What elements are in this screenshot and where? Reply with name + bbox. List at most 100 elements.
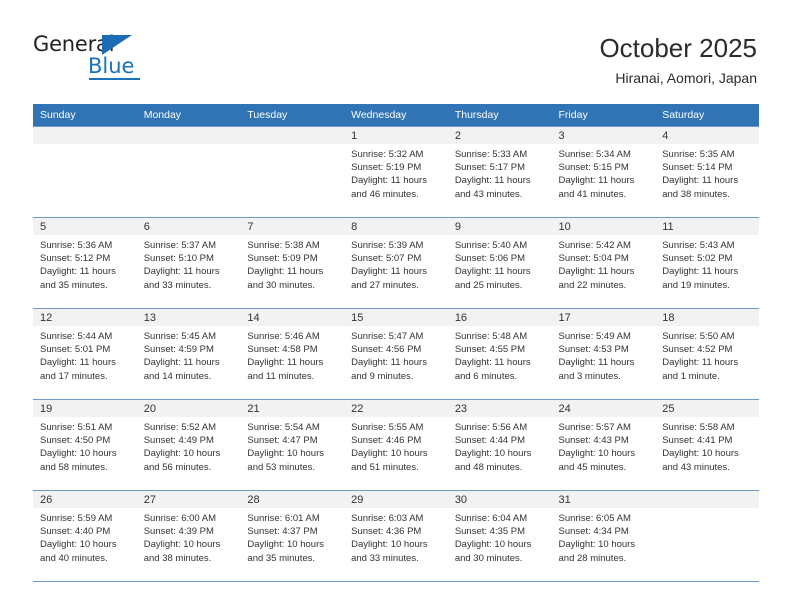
day-cell-inner: 24 Sunrise: 5:57 AM Sunset: 4:43 PM Dayligh… [551,400,656,490]
calendar-day-cell[interactable]: 31 Sunrise: 6:05 AM Sunset: 4:34 PM Dayligh… [551,490,656,582]
day-sunrise-text: Sunrise: 5:57 AM [558,422,631,433]
day-cell-details: Sunrise: 5:54 AM Sunset: 4:47 PM Daylight:… [240,417,344,474]
calendar-day-cell[interactable]: 16 Sunrise: 5:48 AM Sunset: 4:55 PM Dayligh… [447,308,552,400]
day-cell-inner: 30 Sunrise: 6:04 AM Sunset: 4:35 PM Dayligh… [447,491,552,581]
day-daylight2-text: and 27 minutes. [351,279,419,291]
calendar-day-cell[interactable]: 7 Sunrise: 5:38 AM Sunset: 5:09 PM Daylight… [240,217,345,309]
day-daylight2-text: and 41 minutes. [558,188,627,200]
day-cell-inner [240,127,345,217]
calendar-day-cell[interactable]: 22 Sunrise: 5:55 AM Sunset: 4:46 PM Dayligh… [344,399,448,491]
calendar-day-cell[interactable]: 3 Sunrise: 5:34 AM Sunset: 5:15 PM Daylight… [551,126,656,218]
day-cell-inner: 13 Sunrise: 5:45 AM Sunset: 4:59 PM Dayligh… [136,309,241,399]
day-daylight2-text: and 56 minutes. [143,461,212,473]
day-number: 21 [240,400,345,417]
day-sunset-text: Sunset: 5:12 PM [40,253,111,265]
day-sunset-text: Sunset: 5:14 PM [662,162,733,174]
calendar-day-cell[interactable]: 9 Sunrise: 5:40 AM Sunset: 5:06 PM Daylight… [447,217,552,309]
weekday-header-tuesday: Tuesday [240,104,345,127]
day-sunset-text: Sunset: 4:55 PM [454,344,526,356]
general-blue-logo: General Blue [33,33,163,81]
calendar-day-cell[interactable]: 27 Sunrise: 6:00 AM Sunset: 4:39 PM Dayligh… [136,490,241,582]
day-number: 18 [655,309,759,326]
calendar-day-cell[interactable]: 10 Sunrise: 5:42 AM Sunset: 5:04 PM Dayligh… [551,217,656,309]
blue-triangle-icon [102,35,132,55]
calendar-day-cell[interactable]: 18 Sunrise: 5:50 AM Sunset: 4:52 PM Dayligh… [655,308,759,400]
calendar-week-row: 19 Sunrise: 5:51 AM Sunset: 4:50 PM Dayligh… [33,399,759,491]
day-number: 22 [344,400,448,417]
calendar-day-cell[interactable]: 26 Sunrise: 5:59 AM Sunset: 4:40 PM Dayligh… [33,490,137,582]
calendar-day-cell[interactable]: 23 Sunrise: 5:56 AM Sunset: 4:44 PM Dayligh… [447,399,552,491]
day-cell-inner: 20 Sunrise: 5:52 AM Sunset: 4:49 PM Dayligh… [136,400,241,490]
day-sunset-text: Sunset: 5:17 PM [454,162,526,174]
day-sunrise-text: Sunrise: 5:59 AM [40,513,113,524]
day-cell-details: Sunrise: 5:56 AM Sunset: 4:44 PM Daylight:… [448,417,552,474]
day-daylight2-text: and 43 minutes. [454,188,523,200]
day-number: 11 [655,218,759,235]
calendar-day-cell[interactable]: 20 Sunrise: 5:52 AM Sunset: 4:49 PM Dayligh… [136,399,241,491]
day-cell-inner [655,491,759,581]
day-sunrise-text: Sunrise: 5:32 AM [351,149,424,160]
day-sunrise-text: Sunrise: 6:05 AM [558,513,631,524]
day-sunrise-text: Sunrise: 5:52 AM [143,422,217,433]
calendar-page: General Blue October 2025 Hiranai, Aomor… [0,0,792,612]
calendar-day-cell[interactable]: 25 Sunrise: 5:58 AM Sunset: 4:41 PM Dayligh… [655,399,759,491]
day-daylight2-text: and 17 minutes. [40,370,108,382]
calendar-day-cell[interactable]: 11 Sunrise: 5:43 AM Sunset: 5:02 PM Dayligh… [655,217,759,309]
day-sunset-text: Sunset: 5:10 PM [143,253,214,265]
day-daylight2-text: and 45 minutes. [558,461,627,473]
logo-underline [89,78,140,80]
day-cell-inner: 1 Sunrise: 5:32 AM Sunset: 5:19 PM Daylight… [344,127,448,217]
day-cell-details: Sunrise: 5:51 AM Sunset: 4:50 PM Daylight:… [33,417,137,474]
day-cell-details: Sunrise: 6:03 AM Sunset: 4:36 PM Daylight:… [344,508,448,565]
weekday-header-friday: Friday [551,104,656,127]
day-sunrise-text: Sunrise: 5:43 AM [662,240,735,251]
calendar-day-cell[interactable]: 1 Sunrise: 5:32 AM Sunset: 5:19 PM Daylight… [344,126,448,218]
calendar-day-cell[interactable]: 6 Sunrise: 5:37 AM Sunset: 5:10 PM Daylight… [136,217,241,309]
calendar-day-cell[interactable]: 17 Sunrise: 5:49 AM Sunset: 4:53 PM Dayligh… [551,308,656,400]
logo-text-blue: Blue [88,54,135,78]
calendar-day-cell[interactable]: 24 Sunrise: 5:57 AM Sunset: 4:43 PM Dayligh… [551,399,656,491]
day-daylight2-text: and 43 minutes. [662,461,730,473]
day-cell-inner: 23 Sunrise: 5:56 AM Sunset: 4:44 PM Dayligh… [447,400,552,490]
day-daylight2-text: and 46 minutes. [351,188,419,200]
day-daylight2-text: and 35 minutes. [247,552,316,564]
calendar-day-cell[interactable]: 15 Sunrise: 5:47 AM Sunset: 4:56 PM Dayligh… [344,308,448,400]
day-cell-details: Sunrise: 5:49 AM Sunset: 4:53 PM Daylight:… [552,326,656,383]
calendar-day-cell[interactable]: 14 Sunrise: 5:46 AM Sunset: 4:58 PM Dayligh… [240,308,345,400]
day-cell-details: Sunrise: 5:45 AM Sunset: 4:59 PM Daylight:… [137,326,241,383]
calendar-day-cell[interactable]: 2 Sunrise: 5:33 AM Sunset: 5:17 PM Daylight… [447,126,552,218]
day-cell-inner: 31 Sunrise: 6:05 AM Sunset: 4:34 PM Dayligh… [551,491,656,581]
calendar-day-cell[interactable]: 21 Sunrise: 5:54 AM Sunset: 4:47 PM Dayligh… [240,399,345,491]
day-cell-inner: 29 Sunrise: 6:03 AM Sunset: 4:36 PM Dayligh… [344,491,448,581]
day-cell-details: Sunrise: 6:05 AM Sunset: 4:34 PM Daylight:… [552,508,656,565]
day-daylight1-text: Daylight: 10 hours [247,448,324,460]
day-daylight2-text: and 30 minutes. [247,279,316,291]
day-sunset-text: Sunset: 5:01 PM [40,344,111,356]
day-cell-inner: 19 Sunrise: 5:51 AM Sunset: 4:50 PM Dayligh… [33,400,137,490]
calendar-day-cell[interactable]: 19 Sunrise: 5:51 AM Sunset: 4:50 PM Dayligh… [33,399,137,491]
calendar-day-cell[interactable]: 12 Sunrise: 5:44 AM Sunset: 5:01 PM Dayligh… [33,308,137,400]
weekday-header-wednesday: Wednesday [344,104,448,127]
calendar-day-cell[interactable]: 13 Sunrise: 5:45 AM Sunset: 4:59 PM Dayligh… [136,308,241,400]
calendar-day-cell[interactable]: 5 Sunrise: 5:36 AM Sunset: 5:12 PM Daylight… [33,217,137,309]
day-daylight2-text: and 1 minute. [662,370,720,382]
day-number: 4 [655,127,759,144]
calendar-day-cell[interactable]: 4 Sunrise: 5:35 AM Sunset: 5:14 PM Daylight… [655,126,759,218]
day-cell-inner: 15 Sunrise: 5:47 AM Sunset: 4:56 PM Dayligh… [344,309,448,399]
day-sunset-text: Sunset: 4:47 PM [247,435,318,447]
day-sunset-text: Sunset: 4:37 PM [247,526,318,538]
day-number: 8 [344,218,448,235]
day-daylight2-text: and 30 minutes. [454,552,523,564]
day-number: 5 [33,218,137,235]
calendar-week-row: 12 Sunrise: 5:44 AM Sunset: 5:01 PM Dayligh… [33,308,759,400]
calendar-day-cell[interactable]: 30 Sunrise: 6:04 AM Sunset: 4:35 PM Dayligh… [447,490,552,582]
calendar-day-cell[interactable]: 8 Sunrise: 5:39 AM Sunset: 5:07 PM Daylight… [344,217,448,309]
day-sunrise-text: Sunrise: 5:39 AM [351,240,424,251]
calendar-day-cell[interactable]: 29 Sunrise: 6:03 AM Sunset: 4:36 PM Dayligh… [344,490,448,582]
day-sunset-text: Sunset: 4:53 PM [558,344,629,356]
day-number: 15 [344,309,448,326]
day-cell-details: Sunrise: 5:46 AM Sunset: 4:58 PM Daylight:… [240,326,344,383]
day-daylight1-text: Daylight: 11 hours [662,357,739,369]
day-cell-details: Sunrise: 6:01 AM Sunset: 4:37 PM Daylight:… [240,508,344,565]
calendar-day-cell[interactable]: 28 Sunrise: 6:01 AM Sunset: 4:37 PM Dayligh… [240,490,345,582]
